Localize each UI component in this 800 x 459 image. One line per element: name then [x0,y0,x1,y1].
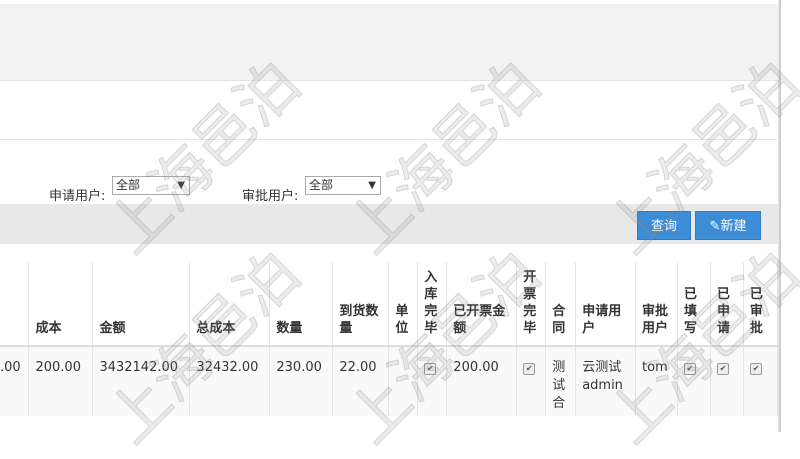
col-header-contract: 合同 [545,262,577,347]
query-button[interactable]: 查询 [637,211,691,240]
filter-bar: 申请用户: 全部 ▼ 审批用户: 全部 ▼ [0,140,778,204]
cell-quantity: 230.00 [269,346,334,416]
approver-select[interactable]: 全部 ▼ [305,176,381,195]
chevron-down-icon: ▼ [177,180,185,191]
col-header-stock-in-done: 入库完毕 [417,262,448,347]
col-header-partial [0,262,30,347]
cell-contract: 测试合 [545,346,577,416]
filled-checkbox[interactable]: ✔ [684,363,697,375]
cell-total-cost: 32432.00 [189,346,271,416]
cell-amount: 3432142.00 [92,346,191,416]
new-button-label: 新建 [720,219,747,234]
applied-checkbox[interactable]: ✔ [716,363,729,375]
cell-invoiced-amount: 200.00 [446,346,518,416]
table-row[interactable]: .00 200.00 3432142.00 32432.00 230.00 22… [0,346,778,416]
applicant-select-value: 全部 [116,178,141,192]
cell-stock-in-done: ✔ [417,346,448,416]
cell-applied: ✔ [710,346,744,416]
cell-partial: .00 [0,346,30,416]
applicant-label: 申请用户: [49,189,106,204]
col-header-applied: 已申请 [710,262,744,347]
approver-select-value: 全部 [309,178,334,192]
cell-cost: 200.00 [28,346,94,416]
col-header-unit: 单位 [388,262,419,347]
stock-in-done-checkbox[interactable]: ✔ [424,363,437,375]
cell-invoice-done: ✔ [516,346,547,416]
col-header-total-cost: 总成本 [189,262,271,347]
col-header-applicant: 申请用户 [575,262,637,347]
invoice-done-checkbox[interactable]: ✔ [523,363,536,375]
col-header-quantity: 数量 [269,262,334,347]
col-header-invoiced-amount: 已开票金额 [446,262,518,347]
vertical-scrollbar[interactable] [778,0,800,432]
title-band [0,81,778,140]
col-header-approved: 已审批 [743,262,778,347]
pencil-icon: ✎ [709,219,721,234]
approved-checkbox[interactable]: ✔ [749,363,762,375]
cell-filled: ✔ [677,346,711,416]
col-header-arrived-qty: 到货数量 [332,262,390,347]
header-band [0,0,778,81]
col-header-amount: 金额 [92,262,191,347]
table-header-row: 成本 金额 总成本 数量 到货数量 单位 入库完毕 已开票金额 开票完毕 合同 … [0,262,778,347]
col-header-approver: 审批用户 [635,262,679,347]
col-header-filled: 已填写 [677,262,711,347]
new-button[interactable]: ✎新建 [695,211,761,240]
data-table: 成本 金额 总成本 数量 到货数量 单位 入库完毕 已开票金额 开票完毕 合同 … [0,262,778,432]
col-header-cost: 成本 [28,262,94,347]
applicant-select[interactable]: 全部 ▼ [112,176,190,195]
cell-unit [388,346,419,416]
cell-arrived-qty: 22.00 [332,346,390,416]
col-header-invoice-done: 开票完毕 [516,262,547,347]
approver-label: 审批用户: [242,189,299,204]
chevron-down-icon: ▼ [368,180,376,191]
cell-approver: tom [635,346,679,416]
cell-approved: ✔ [743,346,778,416]
cell-applicant: 云测试admin [575,346,637,416]
query-button-label: 查询 [650,219,677,234]
